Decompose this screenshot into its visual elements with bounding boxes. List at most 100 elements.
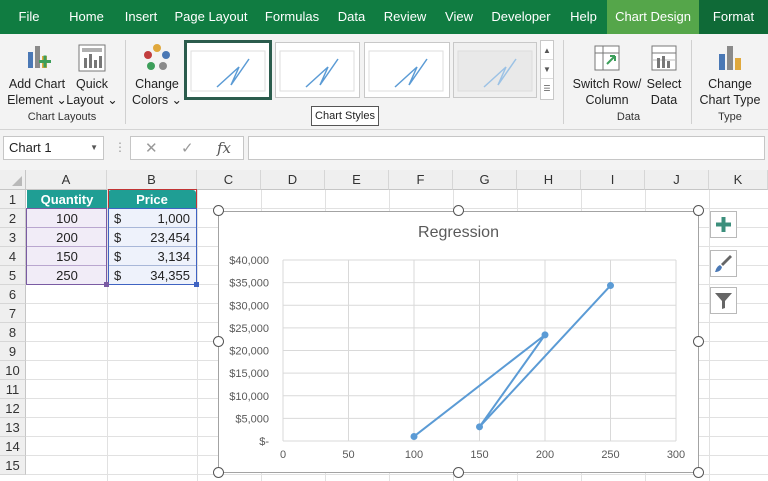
resize-handle-left[interactable] — [213, 336, 224, 347]
resize-handle-top-right[interactable] — [693, 205, 704, 216]
price-cell[interactable]: $ 3,134 — [108, 247, 196, 266]
column-header-a[interactable]: A — [26, 170, 107, 190]
change-chart-type-label-2: Chart Type — [699, 93, 761, 107]
row-header-11[interactable]: 11 — [0, 380, 26, 399]
quick-layout-label-2: Layout ⌄ — [66, 93, 118, 107]
formula-buttons: ✕ ✓ fx — [130, 136, 244, 160]
tab-developer[interactable]: Developer — [482, 0, 560, 34]
chart-style-2-thumbnail[interactable] — [275, 42, 360, 98]
row-header-13[interactable]: 13 — [0, 418, 26, 437]
tab-formulas[interactable]: Formulas — [255, 0, 329, 34]
gallery-down-icon[interactable]: ▼ — [541, 60, 553, 79]
column-header-e[interactable]: E — [325, 170, 389, 190]
column-header-h[interactable]: H — [517, 170, 581, 190]
row-header-9[interactable]: 9 — [0, 342, 26, 361]
column-header-d[interactable]: D — [261, 170, 325, 190]
price-value: 3,134 — [157, 249, 190, 264]
chart-styles-brush-icon — [715, 255, 732, 272]
ribbon-tab-bar: File Home Insert Page Layout Formulas Da… — [0, 0, 768, 34]
quick-layout-button[interactable]: Quick Layout ⌄ — [66, 42, 118, 108]
name-box[interactable]: Chart 1 ▼ — [3, 136, 104, 160]
row-header-8[interactable]: 8 — [0, 323, 26, 342]
resize-handle-bottom-left[interactable] — [213, 467, 224, 478]
enter-icon[interactable]: ✓ — [181, 139, 194, 157]
more-options-icon[interactable]: ⋮ — [114, 140, 126, 154]
regression-chart[interactable]: Regression $- $5,000 $10,000 $15,000 $20,000… — [218, 211, 699, 473]
column-header-c[interactable]: C — [197, 170, 261, 190]
tab-file[interactable]: File — [0, 0, 58, 34]
row-header-14[interactable]: 14 — [0, 437, 26, 456]
group-divider — [125, 40, 126, 124]
quantity-cell[interactable]: 200 — [27, 228, 107, 247]
row-header-15[interactable]: 15 — [0, 456, 26, 475]
tab-home[interactable]: Home — [58, 0, 115, 34]
resize-handle-top-left[interactable] — [213, 205, 224, 216]
chart-style-1-preview-icon — [190, 50, 266, 92]
row-header-5[interactable]: 5 — [0, 266, 26, 285]
chart-styles-button[interactable] — [710, 250, 737, 277]
row-header-3[interactable]: 3 — [0, 228, 26, 247]
chart-style-3-thumbnail[interactable] — [364, 42, 450, 98]
change-colors-button[interactable]: Change Colors ⌄ — [130, 42, 184, 108]
price-header-cell[interactable]: Price — [108, 190, 196, 208]
y-tick-label: $20,000 — [229, 346, 269, 358]
add-chart-element-button[interactable]: Add Chart Element ⌄ — [4, 42, 70, 108]
type-group-label: Type — [718, 111, 742, 123]
resize-handle-right[interactable] — [693, 336, 704, 347]
quantity-cell[interactable]: 150 — [27, 247, 107, 266]
currency-symbol: $ — [114, 268, 122, 283]
chart-elements-button[interactable] — [710, 211, 737, 238]
column-header-g[interactable]: G — [453, 170, 517, 190]
select-data-button[interactable]: Select Data — [643, 42, 685, 108]
resize-handle-top[interactable] — [453, 205, 464, 216]
y-tick-label: $25,000 — [229, 323, 269, 335]
resize-handle-bottom-right[interactable] — [693, 467, 704, 478]
row-header-1[interactable]: 1 — [0, 190, 26, 209]
gallery-up-icon[interactable]: ▲ — [541, 41, 553, 60]
tab-format[interactable]: Format — [699, 0, 768, 34]
chart-style-4-thumbnail[interactable] — [453, 42, 537, 98]
column-header-k[interactable]: K — [709, 170, 768, 190]
chart-style-1-thumbnail[interactable] — [184, 40, 272, 100]
column-header-f[interactable]: F — [389, 170, 453, 190]
tab-data[interactable]: Data — [329, 0, 374, 34]
tab-help[interactable]: Help — [560, 0, 607, 34]
grid-line — [26, 474, 768, 475]
row-header-7[interactable]: 7 — [0, 304, 26, 323]
change-chart-type-button[interactable]: Change Chart Type — [696, 42, 764, 108]
quantity-header-cell[interactable]: Quantity — [27, 190, 107, 208]
tab-chart-design[interactable]: Chart Design — [607, 0, 699, 34]
formula-input[interactable] — [248, 136, 765, 160]
tab-view[interactable]: View — [436, 0, 482, 34]
chart-styles-group-label: Chart Styles — [311, 106, 379, 126]
row-header-12[interactable]: 12 — [0, 399, 26, 418]
price-cell[interactable]: $ 1,000 — [108, 209, 196, 228]
price-cell[interactable]: $ 23,454 — [108, 228, 196, 247]
chart-layouts-group-label: Chart Layouts — [27, 111, 97, 123]
tab-review[interactable]: Review — [374, 0, 436, 34]
insert-function-icon[interactable]: fx — [217, 139, 231, 157]
row-header-4[interactable]: 4 — [0, 247, 26, 266]
column-header-b[interactable]: B — [107, 170, 197, 190]
quantity-cell[interactable]: 100 — [27, 209, 107, 228]
change-colors-label-2: Colors ⌄ — [131, 93, 183, 107]
column-header-i[interactable]: I — [581, 170, 645, 190]
row-header-10[interactable]: 10 — [0, 361, 26, 380]
price-cell[interactable]: $ 34,355 — [108, 266, 196, 285]
y-tick-label: $- — [259, 436, 269, 448]
chart-style-2-preview-icon — [279, 50, 355, 92]
row-header-2[interactable]: 2 — [0, 209, 26, 228]
gallery-more-icon[interactable]: ☰ — [541, 79, 553, 98]
quantity-cell[interactable]: 250 — [27, 266, 107, 285]
chart-filters-button[interactable] — [710, 287, 737, 314]
chart-style-3-preview-icon — [368, 50, 444, 92]
row-header-6[interactable]: 6 — [0, 285, 26, 304]
resize-handle-bottom[interactable] — [453, 467, 464, 478]
select-all-corner[interactable] — [0, 170, 26, 190]
cancel-icon[interactable]: ✕ — [145, 139, 158, 157]
column-header-j[interactable]: J — [645, 170, 709, 190]
tab-page-layout[interactable]: Page Layout — [167, 0, 255, 34]
change-colors-icon — [144, 44, 170, 70]
switch-row-column-button[interactable]: Switch Row/ Column — [572, 42, 642, 108]
tab-insert[interactable]: Insert — [115, 0, 167, 34]
